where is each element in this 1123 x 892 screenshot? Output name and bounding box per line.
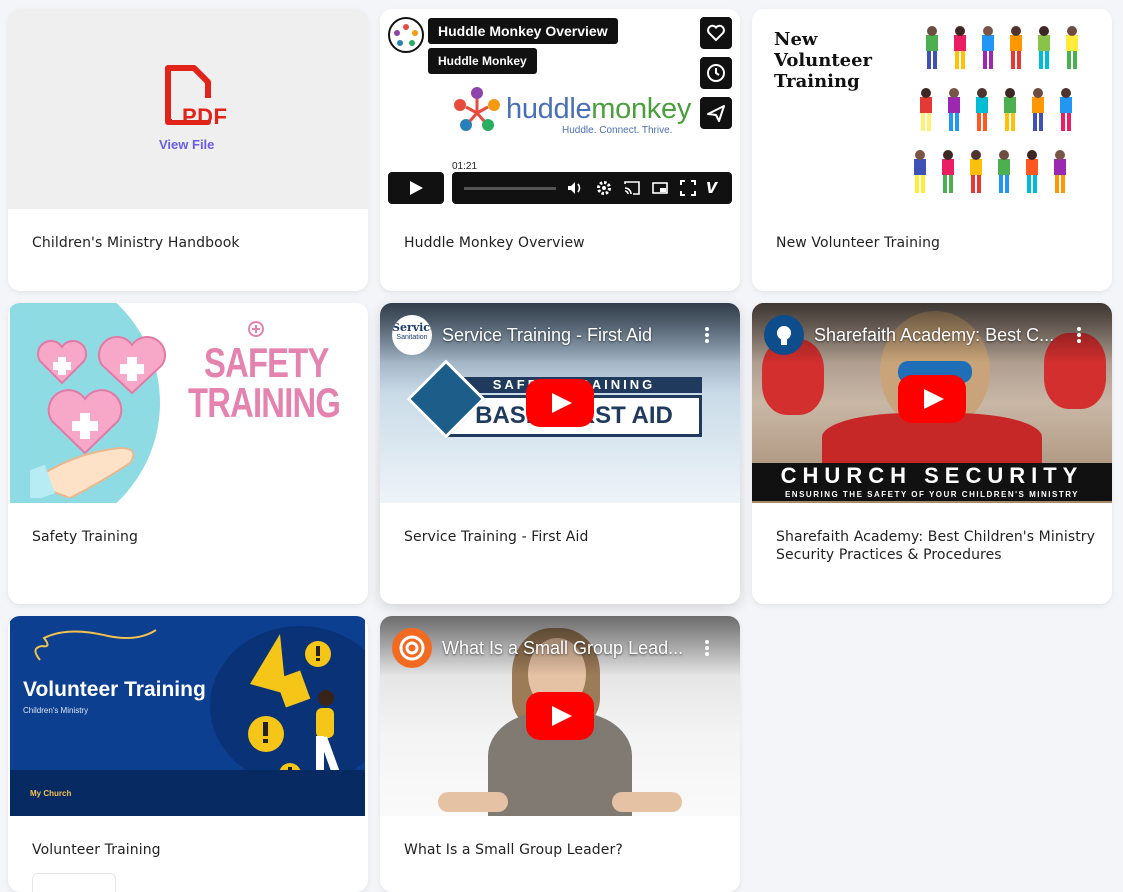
view-file-link[interactable]: View File xyxy=(159,137,217,152)
card-action-button[interactable] xyxy=(32,873,116,892)
presenter-arm-right xyxy=(612,792,682,812)
logo-text-sanitation: Sanitation xyxy=(396,334,428,341)
cast-icon[interactable] xyxy=(623,179,641,197)
image-thumbnail[interactable]: New Volunteer Training xyxy=(752,9,1110,209)
video-title[interactable]: Sharefaith Academy: Best C... xyxy=(814,325,1060,346)
brand-wordmark: huddlemonkey xyxy=(506,93,691,126)
send-icon xyxy=(707,105,725,122)
thumbnail-subheading: Children's Ministry xyxy=(23,706,89,715)
resource-card[interactable]: Huddle Monkey Overview Huddle Monkey hud… xyxy=(380,9,740,291)
resource-card[interactable]: SAFETY TRAINING Safety Training xyxy=(8,303,368,604)
fullscreen-icon[interactable] xyxy=(679,179,697,197)
volume-icon[interactable] xyxy=(566,179,584,197)
logo-text-service: Service xyxy=(392,321,432,334)
youtube-play-button[interactable] xyxy=(526,379,594,427)
like-button[interactable] xyxy=(700,17,732,49)
brand-part-huddle: huddle xyxy=(506,93,592,125)
play-button[interactable] xyxy=(388,172,444,204)
card-title: New Volunteer Training xyxy=(776,235,941,251)
kids-illustration xyxy=(914,26,1078,193)
church-security-banner: CHURCH SECURITY xyxy=(752,463,1112,489)
youtube-player[interactable]: What Is a Small Group Lead... xyxy=(380,616,740,816)
channel-name-tag[interactable]: Huddle Monkey xyxy=(428,48,537,74)
card-title: Huddle Monkey Overview xyxy=(404,235,585,251)
play-icon xyxy=(410,181,423,195)
image-thumbnail[interactable]: Volunteer Training Children's Ministry M… xyxy=(10,616,365,816)
brand-part-monkey: monkey xyxy=(591,93,692,125)
control-bar[interactable]: v xyxy=(452,172,732,204)
thumbnail-heading: New Volunteer Training xyxy=(774,29,873,92)
settings-gear-icon[interactable] xyxy=(595,179,613,197)
video-title-tag[interactable]: Huddle Monkey Overview xyxy=(428,18,618,44)
channel-logo[interactable]: Service Sanitation xyxy=(392,315,432,355)
card-title: What Is a Small Group Leader? xyxy=(404,842,623,858)
huddle-monkey-logo-icon xyxy=(454,87,500,131)
swirl-logo-icon xyxy=(399,635,425,661)
image-thumbnail[interactable]: SAFETY TRAINING xyxy=(10,303,365,503)
card-title: Safety Training xyxy=(32,529,138,545)
channel-avatar[interactable] xyxy=(388,17,424,53)
card-title: Children's Ministry Handbook xyxy=(32,235,240,251)
card-title: Volunteer Training xyxy=(32,842,161,858)
resource-card[interactable]: PDF View File Children's Ministry Handbo… xyxy=(8,9,368,291)
resource-card[interactable]: Volunteer Training Children's Ministry M… xyxy=(8,616,368,892)
church-security-subbanner: ENSURING THE SAFETY OF YOUR CHILDREN'S M… xyxy=(752,489,1112,501)
vimeo-player[interactable]: Huddle Monkey Overview Huddle Monkey hud… xyxy=(380,9,740,209)
hearts-illustration xyxy=(30,336,167,498)
vimeo-logo-icon[interactable]: v xyxy=(706,176,717,199)
video-title[interactable]: Service Training - First Aid xyxy=(442,325,682,346)
lightbulb-icon xyxy=(777,326,791,345)
safety-heading-line2: TRAINING xyxy=(188,379,341,426)
resource-card[interactable]: New Volunteer Training New Volunteer Tra… xyxy=(752,9,1112,291)
youtube-player[interactable]: Sharefaith Academy: Best C... CHURCH SEC… xyxy=(752,303,1112,503)
youtube-player[interactable]: Service Sanitation Service Training - Fi… xyxy=(380,303,740,503)
huddle-logo-icon xyxy=(394,24,418,46)
more-options-icon[interactable] xyxy=(1076,325,1082,345)
brand-tagline: Huddle. Connect. Thrive. xyxy=(562,125,673,136)
watch-later-button[interactable] xyxy=(700,57,732,89)
channel-logo[interactable] xyxy=(764,315,804,355)
pdf-badge: PDF xyxy=(182,104,228,129)
resource-card[interactable]: Sharefaith Academy: Best C... CHURCH SEC… xyxy=(752,303,1112,604)
share-button[interactable] xyxy=(700,97,732,129)
pdf-thumbnail[interactable]: PDF View File xyxy=(8,9,368,209)
resource-card[interactable]: What Is a Small Group Lead... What Is a … xyxy=(380,616,740,892)
more-options-icon[interactable] xyxy=(704,638,710,658)
youtube-play-button[interactable] xyxy=(526,692,594,740)
more-options-icon[interactable] xyxy=(704,325,710,345)
youtube-play-button[interactable] xyxy=(898,375,966,423)
progress-track[interactable] xyxy=(464,187,556,190)
presenter-arm-left xyxy=(438,792,508,812)
video-title[interactable]: What Is a Small Group Lead... xyxy=(442,638,688,659)
medical-cross-icon xyxy=(248,321,264,337)
card-title: Sharefaith Academy: Best Children's Mini… xyxy=(776,529,1096,563)
heart-icon xyxy=(707,24,725,42)
pip-icon[interactable] xyxy=(651,179,669,197)
resource-card[interactable]: Service Sanitation Service Training - Fi… xyxy=(380,303,740,604)
channel-logo[interactable] xyxy=(392,628,432,668)
gold-squiggle-icon xyxy=(34,629,157,661)
clock-icon xyxy=(707,64,725,82)
card-title: Service Training - First Aid xyxy=(404,529,589,545)
thumbnail-heading: Volunteer Training xyxy=(23,678,206,701)
church-name: My Church xyxy=(30,789,72,798)
